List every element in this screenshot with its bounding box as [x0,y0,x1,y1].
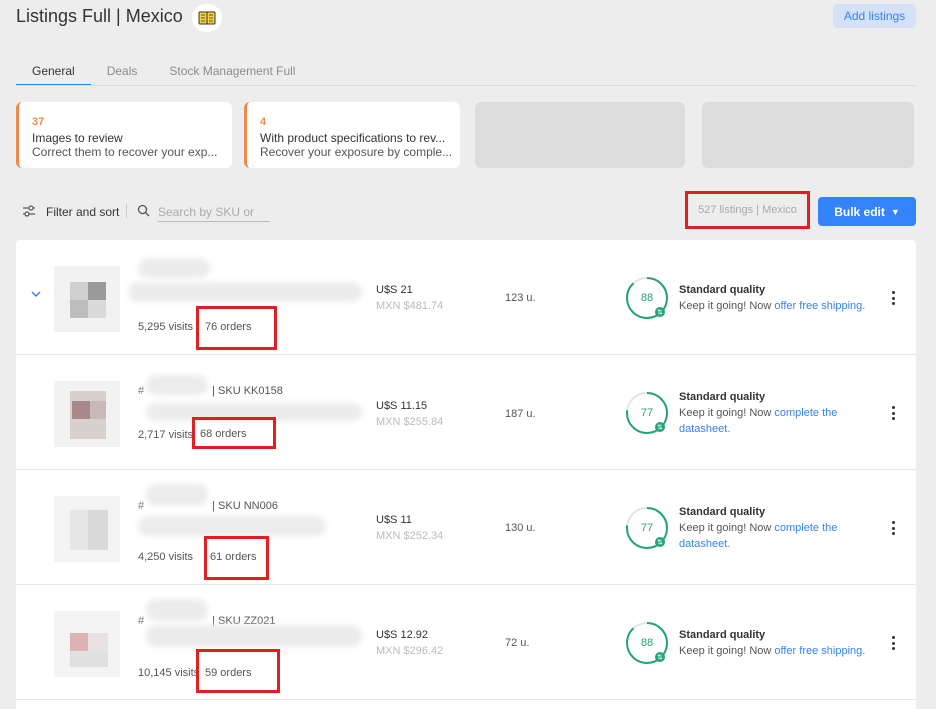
task-title: Images to review [32,131,123,145]
listings-count: 527 listings | Mexico [698,204,797,216]
quality-action-link[interactable]: offer free shipping. [774,645,865,657]
quality-score: 77 [640,407,654,419]
task-card-images[interactable]: 37 Images to review Correct them to reco… [16,102,232,168]
quality-text: Keep it going! Now [679,522,775,534]
redacted-text [138,258,210,278]
stock-units: 130 u. [505,522,536,534]
kebab-icon[interactable] [888,291,898,305]
quality-description: Keep it going! Now complete the datashee… [679,520,859,552]
guide-button[interactable] [192,4,222,32]
table-row[interactable]: # | SKU KK0158 2,717 visits 68 orders U$S… [16,355,916,470]
table-row[interactable]: # | SKU ZZ021 10,145 visits 59 orders U$S… [16,585,916,700]
quality-score: 88 [640,637,654,649]
tab-deals[interactable]: Deals [91,58,154,86]
redacted-text [138,516,326,536]
orders-count: 76 orders [205,321,252,333]
sku-code: | SKU NN006 [212,500,278,512]
orders-count: 68 orders [200,428,247,440]
redacted-text [146,375,208,395]
price-mxn: MXN $481.74 [376,300,444,312]
page-title: Listings Full | Mexico [16,6,183,26]
kebab-icon[interactable] [888,521,898,535]
orders-count: 59 orders [205,667,252,679]
stock-units: 72 u. [505,637,530,649]
quality-description: Keep it going! Now offer free shipping. [679,298,879,314]
price-mxn: MXN $252.34 [376,530,444,542]
stock-units: 187 u. [505,408,536,420]
listings-table: 5,295 visits 76 orders U$S 21 MXN $481.7… [16,240,916,709]
orders-count: 61 orders [210,551,257,563]
price-mxn: MXN $255.84 [376,416,444,428]
price-usd: U$S 11.15 [376,400,428,412]
quality-score-gauge[interactable]: ⇅ 77 [625,391,669,435]
task-card-placeholder [475,102,685,168]
sku-code: | SKU KK0158 [212,385,283,397]
page-header: Listings Full | Mexico Add listings [16,4,916,32]
tab-general[interactable]: General [16,58,91,86]
task-title: With product specifications to rev... [260,131,446,145]
quality-score: 88 [640,292,654,304]
sku-prefix: # [138,615,145,627]
price-usd: U$S 11 [376,514,412,526]
kebab-icon[interactable] [888,636,898,650]
quality-title: Standard quality [679,629,766,641]
quality-text: Keep it going! Now [679,407,775,419]
stock-units: 123 u. [505,292,536,304]
filter-toolbar: Filter and sort [22,200,272,224]
task-card-placeholder [702,102,914,168]
kebab-icon[interactable] [888,406,898,420]
book-icon [198,11,216,25]
redacted-text [146,484,208,506]
task-subtitle: Correct them to recover your exp... [32,145,218,159]
task-subtitle: Recover your exposure by comple... [260,145,453,159]
bulk-edit-label: Bulk edit [834,204,885,219]
quality-score-gauge[interactable]: ⇅ 77 [625,506,669,550]
bulk-edit-button[interactable]: Bulk edit ▼ [818,197,916,226]
visits-count: 10,145 visits [138,667,200,679]
quality-description: Keep it going! Now complete the datashee… [679,405,859,437]
add-listings-button[interactable]: Add listings [833,4,916,28]
quality-score-gauge[interactable]: ⇅ 88 [625,276,669,320]
sku-prefix: # [138,500,145,512]
redacted-text [146,625,362,647]
chevron-down-icon: ▼ [890,206,900,217]
task-count: 37 [32,116,45,128]
sliders-icon[interactable] [22,204,36,218]
sku-prefix: # [138,385,145,397]
redacted-text [128,282,362,302]
product-thumbnail[interactable] [54,266,120,332]
visits-count: 2,717 visits [138,429,194,441]
product-thumbnail[interactable] [54,381,120,447]
listings-count-highlight: 527 listings | Mexico [685,191,810,229]
quality-title: Standard quality [679,284,766,296]
visits-count: 4,250 visits [138,551,194,563]
tab-bar: General Deals Stock Management Full [16,58,311,86]
task-count: 4 [260,116,267,128]
quality-description: Keep it going! Now offer free shipping. [679,643,879,659]
quality-score: 77 [640,522,654,534]
quality-title: Standard quality [679,506,766,518]
search-input[interactable] [158,202,270,222]
table-row[interactable]: 5,295 visits 76 orders U$S 21 MXN $481.7… [16,240,916,355]
price-mxn: MXN $296.42 [376,645,444,657]
chevron-down-icon[interactable] [30,288,42,300]
product-thumbnail[interactable] [54,611,120,677]
tab-divider [16,85,916,86]
divider [126,204,127,218]
search-icon [137,204,150,217]
filter-and-sort-button[interactable]: Filter and sort [46,205,119,219]
quality-action-link[interactable]: offer free shipping. [774,300,865,312]
redacted-text [146,599,208,621]
tab-stock-management-full[interactable]: Stock Management Full [153,58,311,86]
quality-title: Standard quality [679,391,766,403]
visits-count: 5,295 visits [138,321,194,333]
table-row[interactable]: # | SKU NN006 4,250 visits 61 orders U$S … [16,470,916,585]
product-thumbnail[interactable] [54,496,120,562]
task-card-specifications[interactable]: 4 With product specifications to rev... … [244,102,460,168]
quality-text: Keep it going! Now [679,300,775,312]
price-usd: U$S 21 [376,284,413,296]
price-usd: U$S 12.92 [376,629,428,641]
quality-score-gauge[interactable]: ⇅ 88 [625,621,669,665]
quality-text: Keep it going! Now [679,645,775,657]
